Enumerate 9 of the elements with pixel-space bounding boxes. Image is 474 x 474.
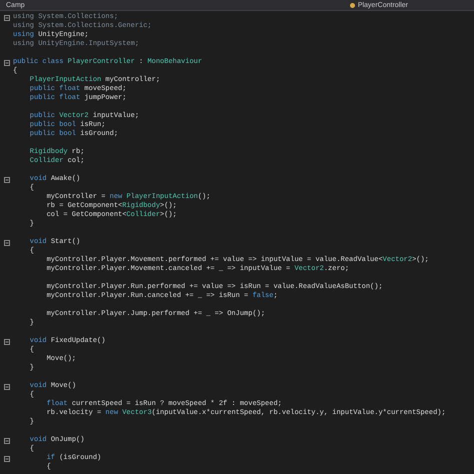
collapse-icon[interactable] [4, 384, 10, 390]
file-icon [350, 2, 355, 8]
collapse-icon[interactable] [4, 438, 10, 444]
collapse-icon[interactable] [4, 176, 10, 182]
collapse-icon[interactable] [4, 240, 10, 246]
collapse-icon[interactable] [4, 456, 10, 462]
collapse-icon[interactable] [4, 60, 10, 66]
collapse-icon[interactable] [4, 338, 10, 344]
collapse-icon[interactable] [4, 14, 10, 20]
